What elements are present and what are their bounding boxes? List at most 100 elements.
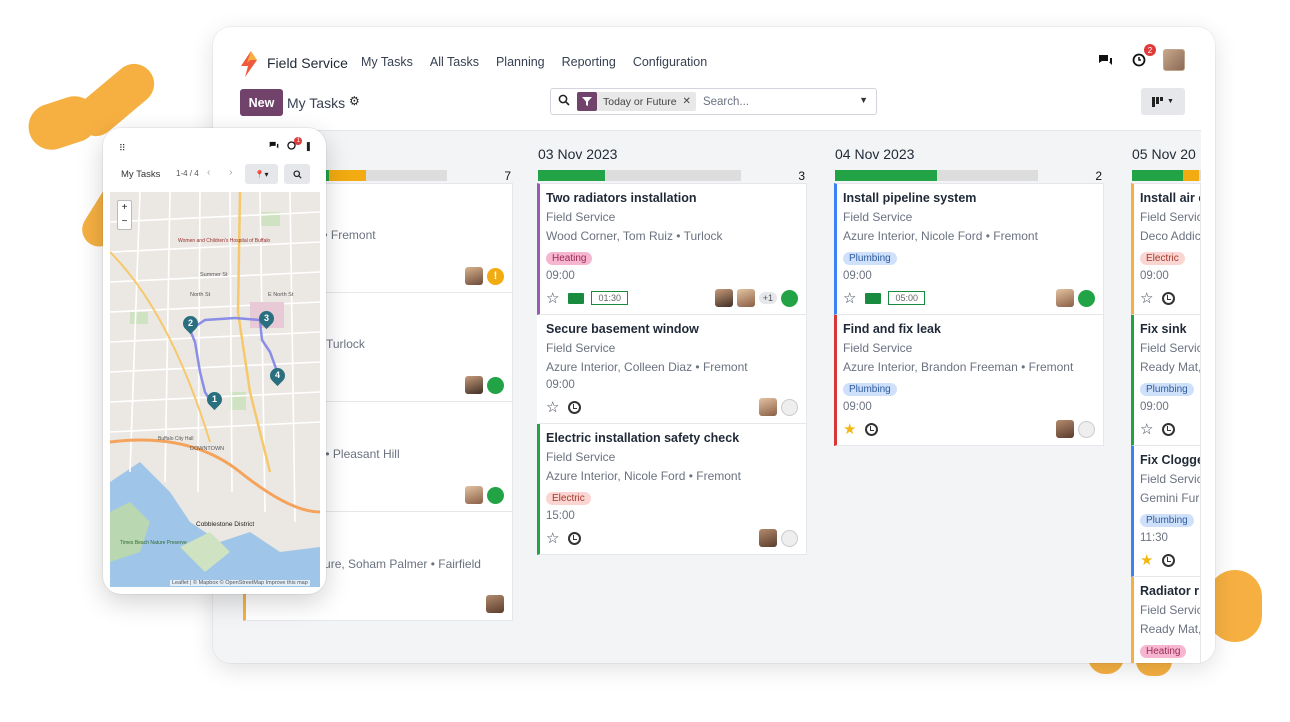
gear-icon[interactable]: ⚙ bbox=[349, 94, 360, 108]
activity-clock-icon[interactable]: 2 bbox=[1129, 44, 1156, 70]
mobile-menu-icon[interactable]: ❚ bbox=[304, 141, 312, 152]
assignee-avatar[interactable] bbox=[486, 595, 504, 613]
user-avatar[interactable] bbox=[1163, 49, 1185, 71]
task-card[interactable]: Electric installation safety check Field … bbox=[537, 424, 807, 555]
status-indicator-icon[interactable] bbox=[487, 376, 504, 394]
map-attribution: Leaflet | © Mapbox © OpenStreetMap Impro… bbox=[170, 580, 310, 586]
task-card[interactable]: Secure basement window Field Service Azure… bbox=[537, 315, 807, 424]
app-brand[interactable]: Field Service bbox=[267, 55, 348, 71]
menu-planning[interactable]: Planning bbox=[496, 55, 545, 69]
column-header: 04 Nov 2023 2 bbox=[834, 131, 1104, 183]
priority-star-icon[interactable]: ☆ bbox=[1140, 422, 1153, 437]
menu-all-tasks[interactable]: All Tasks bbox=[430, 55, 479, 69]
task-customer: Wood Corner, Tom Ruiz • Turlock bbox=[546, 229, 723, 243]
column-progress-bar[interactable] bbox=[1132, 170, 1201, 181]
task-card[interactable]: Radiator rField ServicReady Mat,Heating☆ bbox=[1131, 577, 1201, 663]
status-indicator-icon[interactable] bbox=[1078, 420, 1095, 438]
assignee-avatar[interactable] bbox=[714, 289, 733, 307]
map-pin-2-icon[interactable]: 2 bbox=[179, 312, 202, 335]
assignee-avatar[interactable] bbox=[1056, 289, 1074, 307]
task-card[interactable]: Install pipeline system Field Service Azur… bbox=[834, 183, 1104, 315]
route-map[interactable]: Women and Children's Hospital of Buffalo… bbox=[110, 192, 320, 587]
map-pin-3-icon[interactable]: 3 bbox=[255, 307, 278, 330]
status-indicator-icon[interactable] bbox=[781, 398, 798, 416]
breadcrumb-title: My Tasks bbox=[287, 95, 346, 111]
column-date[interactable]: 03 Nov 2023 bbox=[538, 146, 617, 162]
activity-clock-icon[interactable] bbox=[1162, 553, 1176, 567]
status-indicator-icon[interactable] bbox=[781, 289, 798, 307]
progress-done-segment bbox=[835, 170, 937, 181]
map-label-north: North St bbox=[190, 292, 211, 298]
assignee-avatar[interactable] bbox=[736, 289, 755, 307]
priority-star-icon[interactable]: ☆ bbox=[1140, 291, 1153, 306]
remove-facet-icon[interactable]: ✕ bbox=[683, 96, 691, 107]
map-label-cobblestone: Cobblestone District bbox=[196, 521, 254, 528]
card-assignees bbox=[465, 376, 504, 394]
card-footer: ☆ bbox=[1140, 419, 1192, 439]
activity-clock-icon[interactable] bbox=[568, 531, 582, 545]
map-pin-4-icon[interactable]: 4 bbox=[266, 364, 289, 387]
column-header: 03 Nov 2023 3 bbox=[537, 131, 807, 183]
task-card[interactable]: Find and fix leak Field Service Azure Inte… bbox=[834, 315, 1104, 446]
priority-star-icon[interactable]: ☆ bbox=[546, 531, 559, 546]
mobile-chat-icon[interactable] bbox=[269, 141, 279, 152]
list-icon[interactable] bbox=[865, 292, 882, 304]
activity-clock-icon[interactable] bbox=[1162, 291, 1176, 305]
new-button[interactable]: New bbox=[240, 89, 283, 116]
map-pin-1-icon[interactable]: 1 bbox=[203, 388, 226, 411]
status-indicator-icon[interactable]: ! bbox=[487, 267, 504, 285]
assignee-avatar[interactable] bbox=[1056, 420, 1074, 438]
chat-icon[interactable] bbox=[1095, 50, 1115, 70]
map-pin-dropdown[interactable]: 📍▾ bbox=[245, 164, 278, 184]
activity-clock-icon[interactable] bbox=[865, 422, 879, 436]
mobile-search-button[interactable] bbox=[284, 164, 310, 184]
column-progress-bar[interactable] bbox=[538, 170, 741, 181]
task-card[interactable]: Install air c Field Servic Deco Addic Elect… bbox=[1131, 183, 1201, 315]
column-progress-bar[interactable] bbox=[835, 170, 1038, 181]
menu-configuration[interactable]: Configuration bbox=[633, 55, 707, 69]
status-indicator-icon[interactable] bbox=[1078, 289, 1095, 307]
more-assignees-badge[interactable]: +1 bbox=[758, 292, 777, 304]
top-navbar: Field Service My Tasks All Tasks Plannin… bbox=[213, 27, 1215, 85]
priority-star-icon[interactable]: ☆ bbox=[546, 291, 559, 306]
main-menu: My Tasks All Tasks Planning Reporting Co… bbox=[361, 55, 707, 69]
column-date[interactable]: 05 Nov 20 bbox=[1132, 146, 1196, 162]
assignee-avatar[interactable] bbox=[759, 398, 777, 416]
menu-reporting[interactable]: Reporting bbox=[562, 55, 616, 69]
status-indicator-icon[interactable] bbox=[781, 529, 798, 547]
assignee-avatar[interactable] bbox=[465, 486, 483, 504]
search-input[interactable] bbox=[702, 95, 843, 108]
kanban-view-switcher[interactable]: ▼ bbox=[1141, 88, 1185, 115]
activity-clock-icon[interactable] bbox=[568, 400, 582, 414]
status-indicator-icon[interactable] bbox=[487, 486, 504, 504]
assignee-avatar[interactable] bbox=[465, 267, 483, 285]
mobile-mockup: ⠿ 1 ❚ My Tasks 1-4 / 4 ‹ › 📍▾ Women and … bbox=[103, 128, 326, 594]
priority-star-icon[interactable]: ☆ bbox=[843, 291, 856, 306]
apps-grid-icon[interactable]: ⠿ bbox=[119, 143, 126, 154]
priority-star-icon[interactable]: ★ bbox=[843, 422, 856, 437]
mail-icon[interactable] bbox=[568, 292, 585, 304]
column-count: 2 bbox=[1095, 169, 1102, 183]
search-options-caret-icon[interactable]: ▼ bbox=[859, 95, 868, 105]
task-card[interactable]: Fix Clogge Field Servic Gemini Furr Plumbin… bbox=[1131, 446, 1201, 577]
menu-my-tasks[interactable]: My Tasks bbox=[361, 55, 413, 69]
assignee-avatar[interactable] bbox=[759, 529, 777, 547]
map-zoom-control[interactable]: + − bbox=[117, 200, 132, 230]
task-tag: Plumbing bbox=[1140, 514, 1194, 527]
assignee-avatar[interactable] bbox=[465, 376, 483, 394]
task-title: Two radiators installation bbox=[546, 191, 697, 205]
card-footer: ☆ 05:00 bbox=[843, 288, 1095, 308]
priority-star-icon[interactable]: ☆ bbox=[546, 400, 559, 415]
mobile-activity-icon[interactable]: 1 bbox=[287, 137, 303, 152]
column-date[interactable]: 04 Nov 2023 bbox=[835, 146, 914, 162]
task-card[interactable]: Two radiators installation Field Service W… bbox=[537, 183, 807, 315]
task-customer: Deco Addic bbox=[1140, 229, 1201, 243]
mobile-title: My Tasks bbox=[121, 169, 161, 180]
priority-star-icon[interactable]: ★ bbox=[1140, 553, 1153, 568]
search-icon[interactable] bbox=[551, 94, 577, 109]
pager-arrows-icon[interactable]: ‹ › bbox=[207, 167, 240, 178]
activity-clock-icon[interactable] bbox=[1162, 422, 1176, 436]
task-customer: Azure Interior, Colleen Diaz • Fremont bbox=[546, 360, 748, 374]
task-card[interactable]: Fix sink Field Servic Ready Mat, Plumbing 09… bbox=[1131, 315, 1201, 446]
search-bar: Today or Future ✕ ▼ bbox=[550, 88, 877, 115]
